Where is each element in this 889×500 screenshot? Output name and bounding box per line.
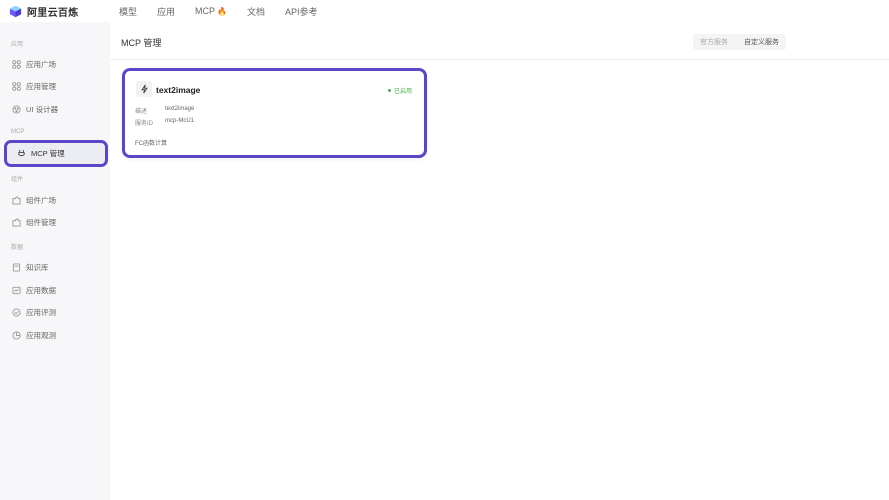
brand[interactable]: 阿里云百炼 <box>9 4 109 19</box>
top-navbar: 阿里云百炼 模型 应用 MCP 🔥 文档 API参考 <box>0 0 889 22</box>
sidebar-item-label: 知识库 <box>26 262 49 272</box>
sidebar-item-app-management[interactable]: 应用管理 <box>0 76 110 96</box>
sidebar-item-label: 应用观测 <box>26 330 56 340</box>
flame-icon: 🔥 <box>217 6 227 16</box>
sidebar-item-label: UI 设计器 <box>26 104 59 114</box>
sidebar-item-label: MCP 管理 <box>31 149 65 158</box>
service-tabs: 官方服务 自定义服务 <box>693 34 786 50</box>
description-value: text2image <box>165 106 195 112</box>
service-id-value: mcp-McU1 <box>165 118 195 124</box>
puzzle-settings-icon <box>11 217 21 227</box>
sidebar-item-label: 应用管理 <box>26 81 56 91</box>
nav-item-mcp-label: MCP <box>195 6 216 16</box>
pie-chart-icon <box>11 330 21 340</box>
brand-name: 阿里云百炼 <box>27 7 79 19</box>
mcp-service-card[interactable]: text2image 已启用 描述 text2image 服务ID mcp-Mc… <box>122 68 427 158</box>
brand-logo-icon <box>9 5 22 17</box>
sidebar-item-label: 应用评测 <box>26 307 56 317</box>
page-title: MCP 管理 <box>121 38 162 48</box>
sidebar-section-apps: 应用 <box>11 42 24 48</box>
page-header: MCP 管理 官方服务 自定义服务 <box>110 22 889 60</box>
evaluation-icon <box>11 307 21 317</box>
plug-icon <box>16 149 26 159</box>
service-id-key: 服务ID <box>135 121 154 127</box>
sidebar: 应用 应用广场 应用管理 UI 设计器 MCP MCP 管理 组件 组件广场 组… <box>0 22 110 500</box>
card-footer: FC函数计算 <box>135 141 167 147</box>
sidebar-item-ui-designer[interactable]: UI 设计器 <box>0 99 110 119</box>
sidebar-item-label: 应用广场 <box>26 59 56 69</box>
sidebar-item-label: 组件管理 <box>26 217 56 227</box>
sidebar-item-app-data[interactable]: 应用数据 <box>0 280 110 300</box>
card-service-id-row: 服务ID mcp-McU1 <box>135 118 194 127</box>
description-key: 描述 <box>135 109 148 115</box>
grid-icon <box>11 59 21 69</box>
sidebar-item-app-observability[interactable]: 应用观测 <box>0 325 110 345</box>
card-description-row: 描述 text2image <box>135 106 194 115</box>
data-icon <box>11 285 21 295</box>
sidebar-item-app-evaluation[interactable]: 应用评测 <box>0 302 110 322</box>
sidebar-item-label: 应用数据 <box>26 285 56 295</box>
main-content: MCP 管理 官方服务 自定义服务 text2image 已启用 描述 text… <box>110 22 889 500</box>
palette-icon <box>11 104 21 114</box>
sidebar-item-component-plaza[interactable]: 组件广场 <box>0 190 110 210</box>
sidebar-section-data: 数据 <box>11 245 24 251</box>
nav-item-api-reference[interactable]: API参考 <box>285 5 318 18</box>
nav-item-apps[interactable]: 应用 <box>157 5 175 18</box>
sidebar-item-component-management[interactable]: 组件管理 <box>0 212 110 232</box>
tab-official-services[interactable]: 官方服务 <box>697 37 731 47</box>
top-nav: 模型 应用 MCP 🔥 文档 API参考 <box>119 5 338 18</box>
sidebar-item-label: 组件广场 <box>26 195 56 205</box>
nav-item-docs[interactable]: 文档 <box>247 5 265 18</box>
sidebar-item-app-plaza[interactable]: 应用广场 <box>0 54 110 74</box>
sidebar-item-mcp-management[interactable]: MCP 管理 <box>4 140 108 167</box>
nav-item-mcp[interactable]: MCP 🔥 <box>195 6 227 16</box>
book-icon <box>11 262 21 272</box>
apps-icon <box>11 81 21 91</box>
lightning-icon <box>136 81 152 97</box>
nav-item-models[interactable]: 模型 <box>119 5 137 18</box>
sidebar-section-components: 组件 <box>11 177 24 183</box>
tab-custom-services[interactable]: 自定义服务 <box>741 37 782 47</box>
puzzle-icon <box>11 195 21 205</box>
status-badge: 已启用 <box>387 86 412 95</box>
status-label: 已启用 <box>393 89 412 95</box>
sidebar-item-knowledge-base[interactable]: 知识库 <box>0 257 110 277</box>
status-dot-icon <box>387 89 391 92</box>
sidebar-section-mcp: MCP <box>11 129 25 135</box>
card-title: text2image <box>156 85 201 95</box>
